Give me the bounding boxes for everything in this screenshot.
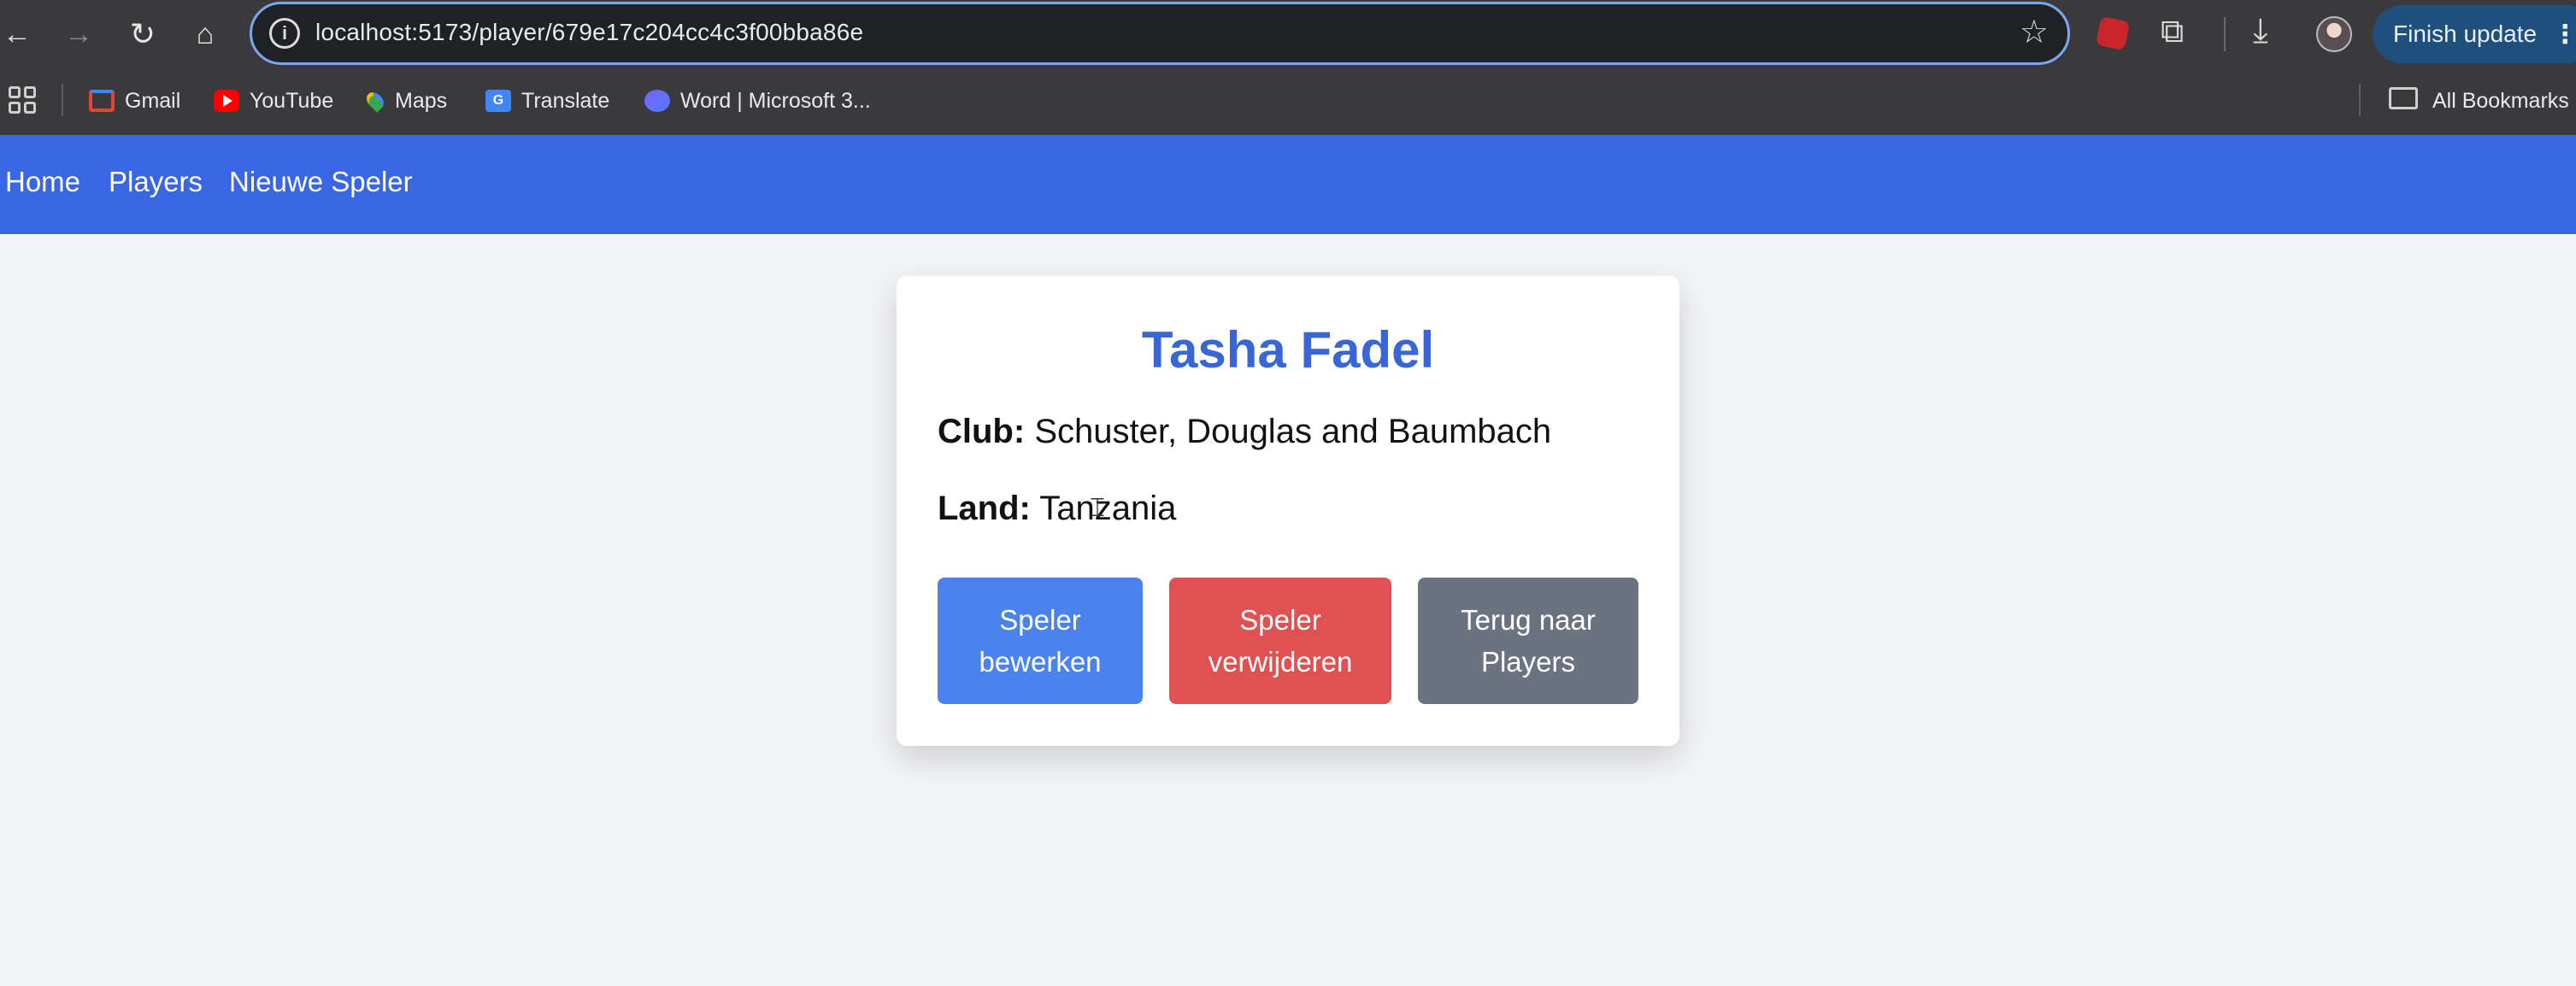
back-to-players-button[interactable]: Terug naar Players [1418, 578, 1638, 704]
app-navbar: Home Players Nieuwe Speler [0, 135, 2576, 234]
bookmark-label: Translate [521, 88, 610, 113]
player-card: Tasha Fadel Club: Schuster, Douglas and … [897, 276, 1679, 746]
edit-player-button[interactable]: Speler bewerken [938, 578, 1143, 704]
apps-grid-icon[interactable] [9, 86, 36, 114]
bookmarks-divider [62, 84, 63, 116]
extension-icon[interactable] [2095, 15, 2131, 51]
bookmarks-bar: Gmail YouTube Maps G Translate Word | Mi… [0, 68, 2576, 135]
site-info-icon[interactable]: i [269, 18, 300, 49]
finish-update-button[interactable]: Finish update ⋮ [2373, 5, 2576, 63]
folder-icon[interactable] [2389, 87, 2418, 109]
toolbar-divider [2224, 17, 2226, 51]
forward-arrow-icon[interactable]: → [60, 15, 97, 53]
nav-new-player-link[interactable]: Nieuwe Speler [229, 166, 413, 198]
bookmark-translate[interactable]: G Translate [485, 85, 609, 116]
club-row: Club: Schuster, Douglas and Baumbach [938, 413, 1551, 451]
bookmark-label: Maps [395, 88, 448, 113]
download-icon[interactable]: ⤓ [2253, 12, 2268, 50]
home-icon[interactable]: ⌂ [186, 15, 224, 53]
back-arrow-icon[interactable]: ← [0, 15, 36, 53]
land-row: Land: Tanzania [938, 490, 1176, 528]
bookmark-gmail[interactable]: Gmail [89, 85, 180, 116]
bookmarks-divider [2359, 84, 2361, 116]
bookmark-label: Word | Microsoft 3... [680, 88, 871, 113]
address-bar[interactable]: i localhost:5173/player/679e17c204cc4c3f… [250, 2, 2070, 65]
all-bookmarks[interactable]: All Bookmarks [2432, 85, 2569, 116]
translate-icon: G [485, 90, 511, 112]
nav-home-link[interactable]: Home [5, 166, 80, 198]
nav-players-link[interactable]: Players [109, 166, 203, 198]
gmail-icon [89, 90, 115, 112]
address-bar-url[interactable]: localhost:5173/player/679e17c204cc4c3f00… [315, 19, 863, 46]
finish-update-label: Finish update [2393, 21, 2538, 47]
profile-avatar[interactable] [2316, 16, 2352, 52]
bookmark-youtube[interactable]: YouTube [214, 85, 333, 116]
extensions-puzzle-icon[interactable]: ⧉ [2161, 14, 2184, 50]
browser-toolbar: ← → ↻ ⌂ i localhost:5173/player/679e17c2… [0, 0, 2576, 68]
reload-icon[interactable]: ↻ [124, 15, 162, 53]
club-value: Schuster, Douglas and Baumbach [1034, 413, 1552, 450]
delete-player-button[interactable]: Speler verwijderen [1169, 578, 1391, 704]
browser-chrome: ← → ↻ ⌂ i localhost:5173/player/679e17c2… [0, 0, 2576, 135]
bookmark-star-icon[interactable]: ☆ [2020, 13, 2049, 51]
word-icon [644, 90, 670, 112]
land-label: Land: [938, 490, 1031, 527]
text-cursor-icon: ⌶ [1090, 494, 1105, 522]
more-menu-icon[interactable]: ⋮ [2552, 20, 2576, 50]
youtube-icon [214, 90, 239, 112]
land-value: Tanzania [1039, 490, 1177, 527]
bookmark-word[interactable]: Word | Microsoft 3... [644, 85, 871, 116]
club-label: Club: [938, 413, 1026, 450]
bookmark-label: Gmail [125, 88, 181, 113]
maps-icon [363, 89, 387, 113]
player-name: Tasha Fadel [1141, 321, 1435, 379]
bookmark-label: YouTube [250, 88, 334, 113]
bookmark-maps[interactable]: Maps [363, 85, 448, 116]
